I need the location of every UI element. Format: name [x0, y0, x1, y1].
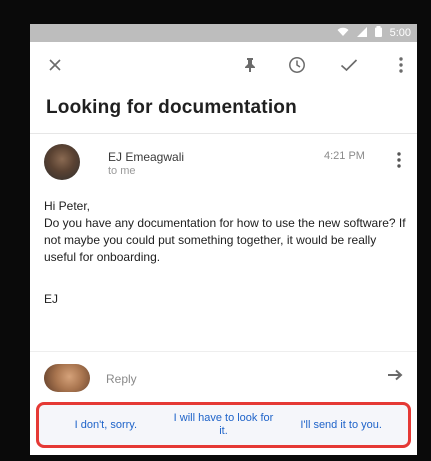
device-bezel-right [417, 0, 431, 461]
clock-icon[interactable] [286, 54, 308, 76]
email-body: Hi Peter, Do you have any documentation … [44, 198, 406, 266]
phone-device: 5:00 Looking for documentation EJ Emeagw… [0, 0, 431, 461]
smart-reply-label-1: I don't, sorry. [74, 418, 138, 431]
smart-reply-chip-3[interactable]: I'll send it to you. [286, 405, 396, 445]
battery-icon [374, 26, 382, 40]
message-more-icon[interactable] [394, 152, 404, 172]
email-signoff: EJ [44, 292, 59, 306]
device-bezel-bottom [0, 455, 431, 461]
sender-name[interactable]: EJ Emeagwali [108, 150, 184, 164]
email-time: 4:21 PM [324, 150, 365, 162]
status-time: 5:00 [389, 27, 411, 39]
status-icons: 5:00 [337, 26, 411, 40]
check-icon[interactable] [338, 54, 360, 76]
device-bezel-top [0, 0, 431, 24]
email-message: Do you have any documentation for how to… [44, 216, 406, 264]
sender-avatar[interactable] [44, 144, 80, 180]
phone-screen: 5:00 Looking for documentation EJ Emeagw… [30, 24, 417, 455]
status-bar: 5:00 [30, 24, 417, 42]
more-vert-icon[interactable] [390, 54, 412, 76]
email-greeting: Hi Peter, [44, 199, 91, 213]
reply-input[interactable]: Reply [106, 372, 137, 386]
smart-reply-label-2: I will have to look for it. [173, 412, 274, 437]
reply-divider [30, 351, 417, 352]
smart-reply-label-3: I'll send it to you. [300, 418, 382, 431]
user-avatar [44, 364, 90, 392]
smart-reply-bar: I don't, sorry. I will have to look for … [36, 402, 411, 448]
wifi-icon [337, 27, 349, 40]
signal-icon [356, 26, 367, 40]
recipient-label[interactable]: to me [108, 165, 136, 177]
arrow-right-icon[interactable] [386, 368, 406, 386]
device-bezel-left [0, 0, 30, 461]
email-toolbar [30, 42, 417, 88]
close-icon[interactable] [44, 54, 66, 76]
pin-icon[interactable] [239, 54, 261, 76]
header-divider [30, 133, 417, 134]
smart-reply-chip-1[interactable]: I don't, sorry. [51, 405, 161, 445]
smart-reply-chip-2[interactable]: I will have to look for it. [168, 405, 278, 445]
email-subject: Looking for documentation [46, 97, 297, 118]
